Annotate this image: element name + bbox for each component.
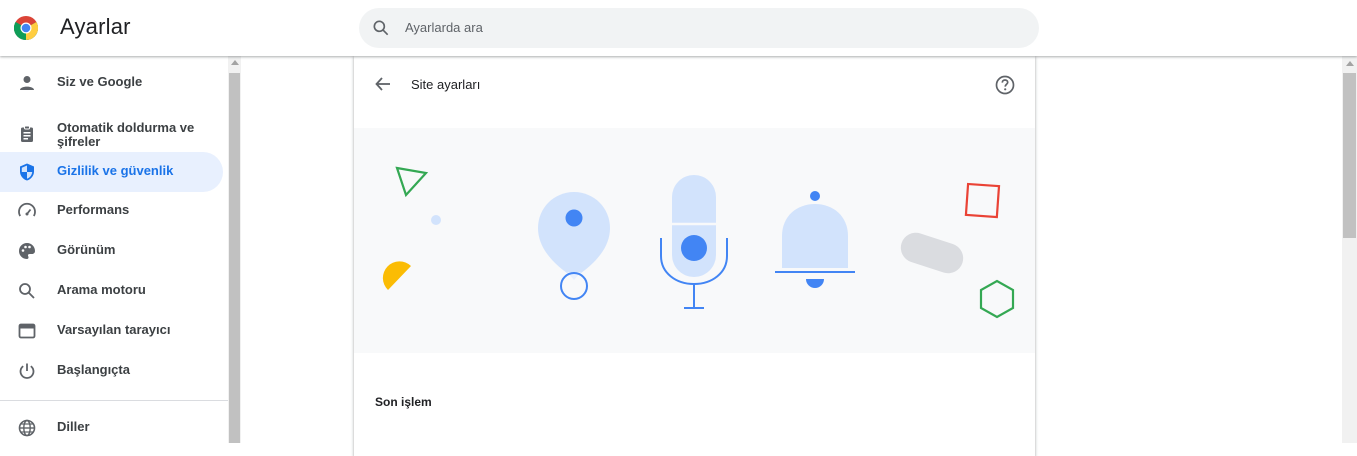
- globe-icon: [18, 419, 36, 437]
- sidebar-item-label: Görünüm: [57, 242, 116, 257]
- sidebar-item-label: Arama motoru: [57, 282, 146, 297]
- illustration-graphic: [382, 166, 1015, 319]
- page-title: Site ayarları: [411, 77, 481, 92]
- sidebar-item-label: Varsayılan tarayıcı: [57, 322, 171, 337]
- person-icon: [20, 76, 34, 90]
- sidebar-item-default-browser[interactable]: Varsayılan tarayıcı: [0, 311, 223, 351]
- sidebar-scroll-up-icon[interactable]: [231, 60, 239, 65]
- chrome-logo-icon: [14, 16, 38, 40]
- sidebar-item-you-and-google[interactable]: Siz ve Google: [0, 63, 223, 103]
- sidebar-item-label: Başlangıçta: [57, 362, 130, 377]
- location-pin-icon: [538, 192, 610, 278]
- red-square-shape: [964, 182, 1001, 219]
- sidebar-item-label: Otomatik doldurma ve şifreler: [57, 120, 195, 149]
- light-dot-shape: [431, 215, 441, 225]
- site-settings-illustration: [354, 128, 1035, 353]
- power-icon: [19, 363, 35, 379]
- sidebar-scrollbar-thumb[interactable]: [229, 73, 240, 443]
- sidebar-item-on-startup[interactable]: Başlangıçta: [0, 351, 223, 391]
- search-input[interactable]: Ayarlarda ara: [405, 20, 483, 35]
- top-bar: Ayarlar Ayarlarda ara: [0, 0, 1357, 56]
- speedometer-icon: [18, 202, 36, 217]
- site-settings-card: Site ayarları Son işlem: [354, 56, 1035, 456]
- green-hexagon-shape: [979, 279, 1015, 319]
- page-scroll-up-icon[interactable]: [1346, 61, 1354, 66]
- sidebar-item-label: Siz ve Google: [57, 74, 143, 89]
- search-box[interactable]: Ayarlarda ara: [359, 8, 1039, 48]
- sidebar-item-label: Gizlilik ve güvenlik: [57, 163, 174, 178]
- palette-icon: [19, 243, 35, 259]
- sidebar-item-autofill[interactable]: Otomatik doldurma ve şifreler: [0, 114, 223, 154]
- help-icon[interactable]: [994, 74, 1016, 96]
- recent-activity-heading: Son işlem: [375, 395, 432, 409]
- shield-icon: [20, 163, 34, 181]
- yellow-half-shape: [382, 261, 411, 290]
- microphone-icon: [672, 175, 716, 277]
- search-icon: [19, 283, 35, 299]
- sidebar-item-search-engine[interactable]: Arama motoru: [0, 271, 223, 311]
- search-icon: [373, 20, 389, 36]
- sidebar-item-label: Performans: [57, 202, 130, 217]
- app-title: Ayarlar: [60, 14, 131, 39]
- page-scrollbar-thumb[interactable]: [1343, 73, 1356, 238]
- clipboard-icon: [21, 125, 33, 142]
- grey-pill-shape: [900, 232, 964, 274]
- bell-icon: [810, 191, 820, 201]
- browser-icon: [18, 323, 36, 339]
- sidebar-item-appearance[interactable]: Görünüm: [0, 231, 223, 271]
- sidebar-item-label: Diller: [57, 419, 90, 434]
- sidebar: Siz ve Google Otomatik doldurma ve şifre…: [0, 56, 228, 443]
- sidebar-item-privacy[interactable]: Gizlilik ve güvenlik: [0, 152, 223, 192]
- sidebar-divider: [0, 400, 228, 401]
- back-arrow-icon[interactable]: [373, 74, 393, 94]
- green-triangle-shape: [395, 166, 429, 198]
- sidebar-item-performance[interactable]: Performans: [0, 191, 223, 231]
- sidebar-item-languages[interactable]: Diller: [0, 408, 223, 443]
